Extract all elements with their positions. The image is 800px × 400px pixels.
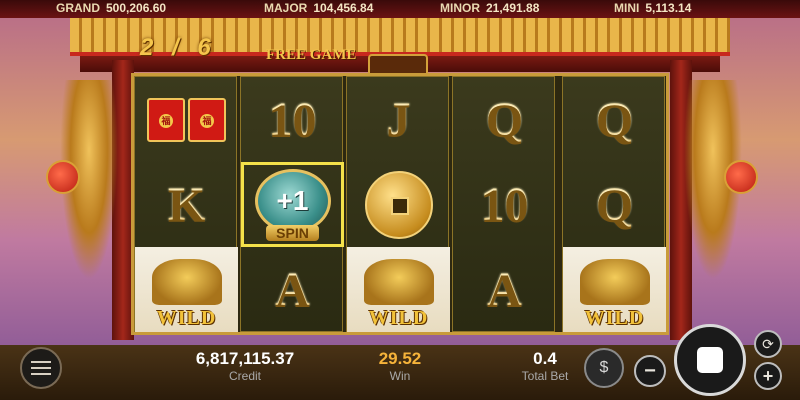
increase-bet-button[interactable]: + (754, 362, 782, 390)
symbol-wild: WILD (347, 247, 450, 332)
total-bet-label: Total Bet (521, 369, 569, 383)
symbol-wild: WILD (563, 247, 666, 332)
reel-5: Q Q WILD (562, 76, 666, 332)
symbol-plus-one-spin: +1 SPIN (241, 162, 344, 247)
jackpot-grand-label: GRAND (56, 1, 100, 15)
jackpot-major: MAJOR 104,456.84 (264, 1, 373, 15)
free-game-total: 6 (197, 34, 211, 61)
symbol-a: A (453, 247, 556, 332)
credit-value: 6,817,115.37 (195, 349, 295, 368)
symbol-q: Q (563, 162, 666, 247)
jackpot-minor-value: 21,491.88 (486, 1, 540, 15)
total-bet-display: 0.4 Total Bet (505, 349, 585, 383)
jackpot-major-value: 104,456.84 (313, 1, 374, 15)
win-display: 29.52 Win (350, 349, 450, 383)
win-value: 29.52 (378, 349, 422, 368)
symbol-letter: Q (595, 178, 634, 231)
jackpot-mini: MINI 5,113.14 (614, 1, 691, 15)
jackpot-mini-value: 5,113.14 (645, 1, 692, 15)
jackpot-minor: MINOR 21,491.88 (440, 1, 539, 15)
red-envelope-icon: 福 (147, 97, 185, 142)
symbol-k: K (135, 162, 238, 247)
jackpot-minor-label: MINOR (440, 1, 480, 15)
symbol-letter: 10 (480, 178, 529, 231)
jackpot-bar: GRAND 500,206.60 MAJOR 104,456.84 MINOR 21,… (0, 0, 800, 18)
symbol-wild: WILD (135, 247, 238, 332)
reel-2: 10 +1 SPIN A (240, 76, 344, 332)
wild-label: WILD (156, 307, 217, 329)
lion-icon (579, 259, 650, 305)
right-lantern-icon (724, 160, 758, 194)
credit-display: 6,817,115.37 Credit (180, 349, 310, 383)
decrease-bet-button[interactable]: − (634, 355, 666, 387)
spin-stop-button[interactable] (674, 324, 746, 396)
left-lantern-icon (46, 160, 80, 194)
free-game-current: 2 (140, 34, 154, 61)
free-game-counter: 2 / 6 (140, 34, 211, 62)
reel-1: 福 福 K WILD (134, 76, 238, 332)
menu-button[interactable] (20, 347, 62, 389)
symbol-letter: A (275, 263, 310, 316)
wild-label: WILD (368, 307, 429, 329)
free-game-label: FREE GAME (266, 47, 357, 63)
symbol-q: Q (563, 77, 666, 162)
total-bet-value: 0.4 (533, 349, 557, 368)
symbol-j: J (347, 77, 450, 162)
symbol-red-envelopes: 福 福 (135, 77, 238, 162)
symbol-q: Q (453, 77, 556, 162)
stop-icon (697, 347, 723, 373)
red-envelope-icon: 福 (188, 97, 226, 142)
symbol-letter: Q (485, 93, 524, 146)
symbol-coin (347, 162, 450, 247)
reel-3: J WILD (346, 76, 450, 332)
reel-4: Q 10 A (452, 76, 555, 332)
symbol-10: 10 (241, 77, 344, 162)
autoplay-button[interactable]: ⟳ (754, 330, 782, 358)
spin-bubble-icon: +1 (254, 168, 331, 233)
credit-label: Credit (228, 369, 261, 383)
coin-stack-icon: $ (599, 359, 609, 376)
hamburger-icon (31, 361, 51, 363)
symbol-letter: Q (595, 93, 634, 146)
win-label: Win (389, 369, 411, 383)
jackpot-major-label: MAJOR (264, 1, 308, 15)
symbol-letter: 10 (268, 93, 317, 146)
symbol-letter: A (487, 263, 522, 316)
lion-icon (363, 259, 434, 305)
jackpot-grand: GRAND 500,206.60 (56, 1, 166, 15)
jackpot-grand-value: 500,206.60 (106, 1, 167, 15)
lion-icon (151, 259, 222, 305)
refresh-icon: ⟳ (762, 335, 774, 352)
free-game-separator: / (172, 34, 179, 61)
jackpot-mini-label: MINI (614, 1, 640, 15)
spin-bonus-label: SPIN (266, 224, 319, 241)
chinese-coin-icon (364, 170, 433, 239)
symbol-a: A (241, 247, 344, 332)
symbol-letter: J (386, 93, 411, 146)
wild-label: WILD (584, 307, 645, 329)
bet-settings-button[interactable]: $ (584, 348, 624, 388)
symbol-letter: K (167, 178, 206, 231)
symbol-10: 10 (453, 162, 556, 247)
